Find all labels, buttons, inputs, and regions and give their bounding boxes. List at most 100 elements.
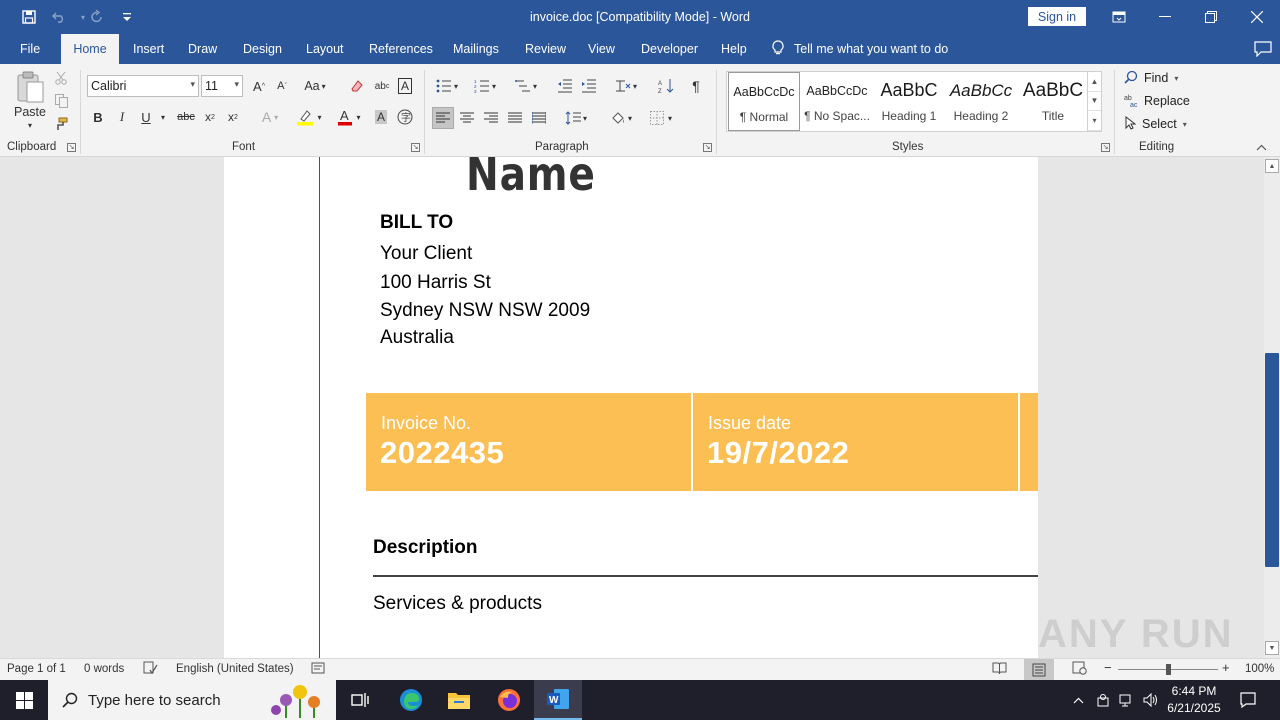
- paste-button[interactable]: Paste: [10, 104, 50, 120]
- tell-me-search[interactable]: Tell me what you want to do: [772, 34, 948, 64]
- style-no-spacing[interactable]: AaBbCcDc ¶ No Spac...: [801, 72, 873, 131]
- paste-icon[interactable]: [12, 70, 48, 106]
- show-formatting-marks-icon[interactable]: ¶: [686, 76, 706, 96]
- word-taskbar-icon[interactable]: W: [534, 680, 582, 720]
- file-explorer-icon[interactable]: [435, 680, 483, 720]
- tab-mailings[interactable]: Mailings: [443, 34, 509, 64]
- tab-file[interactable]: File: [10, 34, 50, 64]
- style-heading-1[interactable]: AaBbC Heading 1: [873, 72, 945, 131]
- collapse-ribbon-icon[interactable]: [1254, 140, 1268, 154]
- numbering-icon[interactable]: 123 ▾: [470, 76, 500, 96]
- redo-icon[interactable]: [86, 7, 108, 27]
- save-icon[interactable]: [18, 7, 40, 27]
- borders-icon[interactable]: ▾: [644, 107, 678, 129]
- windows-start-icon[interactable]: [0, 680, 48, 720]
- read-mode-icon[interactable]: [992, 661, 1007, 678]
- character-shading-icon[interactable]: A: [371, 106, 391, 128]
- sign-in-button[interactable]: Sign in: [1028, 7, 1086, 26]
- align-left-button[interactable]: [432, 107, 454, 129]
- minimize-icon[interactable]: [1142, 0, 1188, 34]
- font-color-icon[interactable]: A ▾: [332, 106, 366, 128]
- page-count[interactable]: Page 1 of 1: [7, 663, 66, 675]
- clear-formatting-icon[interactable]: [347, 76, 367, 96]
- select-button[interactable]: Select ▾: [1124, 114, 1187, 134]
- shrink-font-icon[interactable]: Aˇ: [272, 76, 292, 96]
- tab-view[interactable]: View: [578, 34, 625, 64]
- network-icon[interactable]: [1116, 680, 1138, 720]
- style-normal[interactable]: AaBbCcDc ¶ Normal: [728, 72, 800, 131]
- zoom-out-icon[interactable]: −: [1104, 660, 1112, 675]
- asian-layout-icon[interactable]: ▾: [610, 76, 642, 96]
- find-button[interactable]: Find ▾: [1124, 68, 1178, 88]
- justify-button[interactable]: [504, 107, 526, 129]
- copy-icon[interactable]: [52, 92, 70, 110]
- close-icon[interactable]: [1234, 0, 1280, 34]
- font-name-combo[interactable]: Calibri ▾: [87, 75, 199, 97]
- italic-button[interactable]: I: [112, 106, 132, 128]
- accessibility-icon[interactable]: [311, 661, 325, 678]
- firefox-icon[interactable]: [485, 680, 533, 720]
- bold-button[interactable]: B: [88, 106, 108, 128]
- bullets-icon[interactable]: ▾: [432, 76, 462, 96]
- align-right-button[interactable]: [480, 107, 502, 129]
- style-title[interactable]: AaBbC Title: [1017, 72, 1089, 131]
- undo-icon[interactable]: [48, 7, 70, 27]
- print-layout-icon[interactable]: [1024, 659, 1054, 680]
- security-shield-icon[interactable]: [1092, 680, 1114, 720]
- cut-icon[interactable]: [52, 69, 70, 87]
- proofing-icon[interactable]: [143, 661, 158, 678]
- superscript-icon[interactable]: x2: [223, 106, 243, 128]
- format-painter-icon[interactable]: [52, 115, 70, 133]
- scroll-thumb[interactable]: [1265, 353, 1279, 567]
- change-case-icon[interactable]: Aa ▾: [300, 76, 330, 96]
- web-layout-icon[interactable]: [1072, 661, 1087, 678]
- gallery-up-icon[interactable]: ▲: [1088, 72, 1101, 92]
- styles-launcher-icon[interactable]: ↘: [1101, 143, 1110, 152]
- scroll-down-icon[interactable]: ▼: [1265, 641, 1279, 655]
- tab-home[interactable]: Home: [61, 34, 119, 64]
- gallery-down-icon[interactable]: ▼: [1088, 92, 1101, 112]
- subscript-icon[interactable]: x2: [200, 106, 220, 128]
- paste-dropdown-icon[interactable]: ▾: [20, 120, 40, 130]
- increase-indent-icon[interactable]: [579, 76, 599, 96]
- style-heading-2[interactable]: AaBbCc Heading 2: [945, 72, 1017, 131]
- zoom-slider-thumb[interactable]: [1166, 664, 1171, 675]
- tab-references[interactable]: References: [359, 34, 443, 64]
- character-border-icon[interactable]: A: [395, 76, 415, 96]
- word-count[interactable]: 0 words: [84, 663, 124, 675]
- tab-developer[interactable]: Developer: [631, 34, 708, 64]
- decrease-indent-icon[interactable]: [555, 76, 575, 96]
- tab-draw[interactable]: Draw: [178, 34, 227, 64]
- gallery-more-icon[interactable]: ▾: [1088, 111, 1101, 131]
- restore-icon[interactable]: [1188, 0, 1234, 34]
- comments-icon[interactable]: [1244, 34, 1280, 64]
- show-hidden-icons-chevron-up-icon[interactable]: [1066, 680, 1090, 720]
- replace-button[interactable]: ab ac Replace: [1124, 91, 1190, 111]
- highlight-color-icon[interactable]: ▾: [292, 106, 326, 128]
- shading-icon[interactable]: ▾: [604, 107, 638, 129]
- volume-icon[interactable]: [1140, 680, 1162, 720]
- scroll-up-icon[interactable]: ▲: [1265, 159, 1279, 173]
- enclose-characters-icon[interactable]: 字: [395, 106, 415, 128]
- underline-button[interactable]: U: [136, 106, 156, 128]
- zoom-level[interactable]: 100%: [1245, 663, 1274, 675]
- ribbon-display-options-icon[interactable]: [1096, 0, 1142, 34]
- font-launcher-icon[interactable]: ↘: [411, 143, 420, 152]
- text-effects-icon[interactable]: A ▾: [255, 106, 285, 128]
- tab-design[interactable]: Design: [233, 34, 292, 64]
- customize-qat-icon[interactable]: [116, 7, 138, 27]
- phonetic-guide-icon[interactable]: ab c: [372, 76, 392, 96]
- language[interactable]: English (United States): [176, 663, 294, 675]
- clipboard-launcher-icon[interactable]: ↘: [67, 143, 76, 152]
- grow-font-icon[interactable]: A ^: [249, 76, 269, 96]
- taskbar-search-box[interactable]: Type here to search: [48, 680, 336, 720]
- taskbar-clock[interactable]: 6:44 PM 6/21/2025: [1166, 683, 1222, 717]
- sort-icon[interactable]: AZ: [656, 76, 676, 96]
- tab-help[interactable]: Help: [711, 34, 757, 64]
- vertical-scrollbar[interactable]: ▲ ▼: [1264, 157, 1280, 658]
- tab-layout[interactable]: Layout: [296, 34, 354, 64]
- edge-browser-icon[interactable]: [387, 680, 435, 720]
- zoom-in-icon[interactable]: +: [1222, 660, 1230, 675]
- underline-dropdown-icon[interactable]: ▾: [158, 106, 168, 128]
- tab-insert[interactable]: Insert: [123, 34, 174, 64]
